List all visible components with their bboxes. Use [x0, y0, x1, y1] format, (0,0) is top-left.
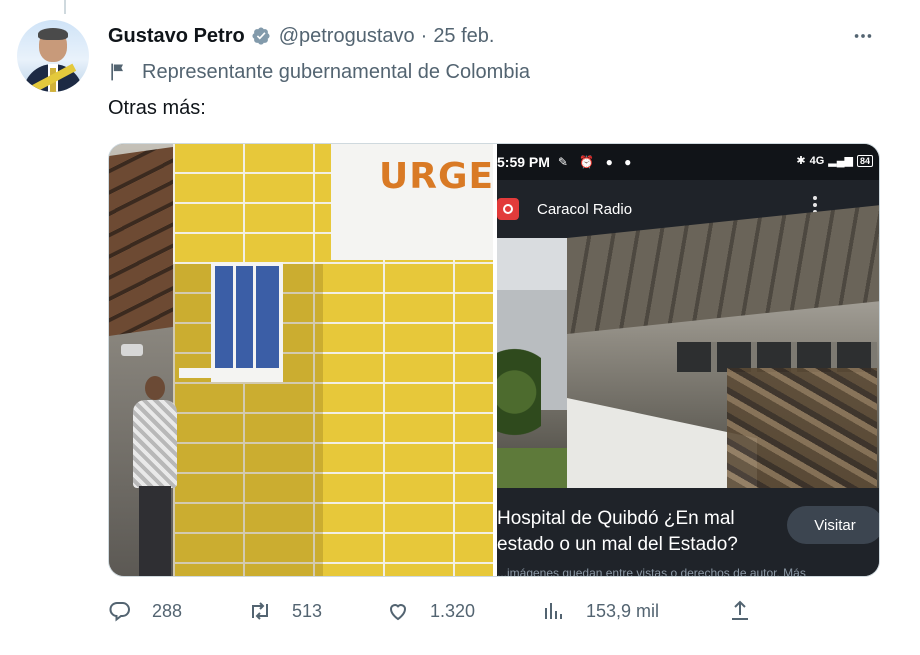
sign-text: URGEN [379, 156, 493, 197]
retweet-button[interactable]: 513 [248, 596, 322, 626]
card-title: Hospital de Quibdó ¿En mal estado o un m… [497, 508, 738, 555]
like-button[interactable]: 1.320 [386, 596, 475, 626]
visit-button: Visitar [787, 506, 879, 544]
more-options-button[interactable] [848, 24, 878, 48]
caracol-logo-icon [497, 198, 519, 220]
verified-icon [252, 27, 270, 45]
views-chart-icon [545, 603, 562, 619]
battery-icon: 84 [856, 154, 873, 167]
author-handle[interactable]: @petrogustavo [279, 25, 415, 48]
tweet-actions: 288 513 1.320 153,9 mil [108, 596, 768, 626]
photo-clinic-building[interactable]: URGEN [109, 144, 493, 576]
reply-button[interactable]: 288 [108, 596, 182, 626]
phone-status-bar: 5:59 PM ✎ ⏰ ● ● ✱ 4G ▂▄▆ 84 [497, 144, 879, 180]
views-count: 153,9 mil [586, 600, 660, 621]
like-count: 1.320 [430, 600, 476, 621]
link-card: Hospital de Quibdó ¿En mal estado o un m… [497, 488, 879, 576]
tweet-media[interactable]: URGEN 5:59 PM ✎ ⏰ ● ● ✱ 4G ▂▄▆ 84 Caraco… [108, 143, 880, 577]
window [211, 262, 283, 382]
retweet-icon [252, 602, 268, 620]
status-time: 5:59 PM [497, 154, 550, 170]
separator-dot: · [420, 24, 428, 47]
share-icon [732, 600, 748, 620]
hospital-photo [497, 205, 879, 529]
more-horizontal-icon [854, 34, 872, 38]
card-snippet: ...imágenes quedan entre vistas o derech… [497, 566, 806, 576]
app-name: Caracol Radio [537, 200, 633, 218]
avatar[interactable] [17, 20, 89, 92]
bluetooth-icon: ✱ [796, 155, 806, 167]
author-name[interactable]: Gustavo Petro [108, 25, 245, 48]
status-right: ✱ 4G ▂▄▆ 84 [796, 154, 873, 167]
abandoned-furniture [727, 368, 877, 488]
screenshot-caracol-radio[interactable]: 5:59 PM ✎ ⏰ ● ● ✱ 4G ▂▄▆ 84 Caracol Radi… [497, 144, 879, 576]
views-button[interactable]: 153,9 mil [542, 596, 659, 626]
flag-icon [111, 63, 123, 81]
heart-icon [389, 604, 407, 621]
reply-icon [109, 602, 130, 622]
tweet-text: Otras más: [108, 97, 206, 119]
notification-icons: ✎ ⏰ ● ● [557, 155, 636, 169]
retweet-count: 513 [292, 600, 323, 621]
network-label: 4G [809, 154, 825, 167]
government-label[interactable]: Representante gubernamental de Colombia [108, 60, 530, 84]
government-label-text: Representante gubernamental de Colombia [142, 60, 531, 83]
tweet-header: Gustavo Petro @petrogustavo · 25 feb. [108, 24, 494, 48]
reply-count: 288 [152, 600, 183, 621]
wall-lamp [121, 344, 143, 356]
person [131, 374, 179, 576]
tweet-date[interactable]: 25 feb. [433, 25, 494, 48]
share-button[interactable] [728, 596, 772, 626]
thread-line [64, 0, 66, 14]
signal-icon: ▂▄▆ [828, 155, 853, 167]
